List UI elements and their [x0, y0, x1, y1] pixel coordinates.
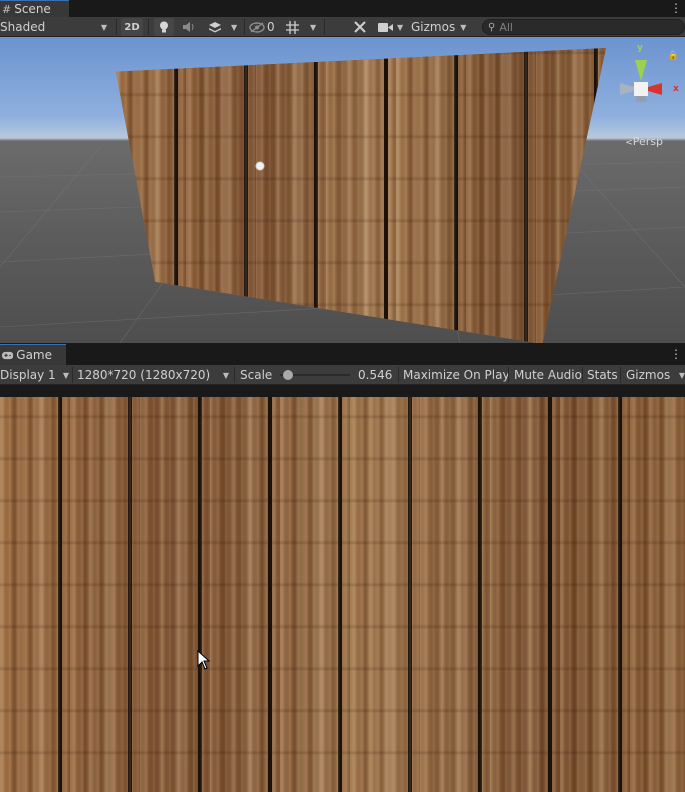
maximize-on-play-toggle[interactable]: Maximize On Play	[403, 366, 510, 384]
game-view-wood-render[interactable]	[0, 397, 685, 792]
tab-scene[interactable]: # Scene	[0, 0, 69, 17]
gamepad-icon	[2, 351, 14, 359]
camera-settings-button[interactable]	[375, 18, 395, 36]
mute-audio-label: Mute Audio	[514, 368, 582, 382]
scene-more-icon[interactable]: ⋮	[670, 0, 682, 17]
mode-2d-label: 2D	[124, 21, 140, 33]
chevron-left-icon: <	[625, 138, 633, 148]
scene-toolbar: Shaded ▼ 2D ▼ 0 ▼ ▼ Gizmos ▼ ⚲ All	[0, 17, 685, 37]
toolbar-divider	[72, 367, 73, 383]
chevron-down-icon[interactable]: ▼	[310, 18, 316, 36]
grid-toggle-button[interactable]	[283, 18, 301, 36]
tab-game[interactable]: Game	[0, 344, 66, 365]
scale-value: 0.546	[358, 368, 393, 382]
toolbar-divider	[148, 19, 149, 35]
toolbar-divider	[398, 367, 399, 383]
toolbar-divider	[324, 19, 325, 35]
projection-label-text: Persp	[632, 135, 663, 148]
chevron-down-icon: ▼	[460, 22, 467, 32]
shading-mode-dropdown[interactable]: Shaded ▼	[0, 18, 110, 36]
chevron-down-icon[interactable]: ▼	[231, 18, 237, 36]
chevron-down-icon: ▼	[62, 370, 69, 380]
scene-viewport[interactable]: y x 🔒 <Persp	[0, 37, 685, 343]
toolbar-divider	[234, 367, 235, 383]
tab-game-label: Game	[16, 348, 52, 362]
eye-slash-icon	[249, 21, 265, 33]
toolbar-divider	[116, 19, 117, 35]
hidden-objects-toggle[interactable]: 0	[249, 18, 279, 36]
game-letterbox	[0, 385, 685, 397]
search-icon: ⚲	[488, 21, 496, 33]
mode-2d-button[interactable]: 2D	[121, 18, 143, 36]
grid-icon	[285, 20, 299, 34]
tab-scene-label: Scene	[14, 2, 51, 16]
wood-grain	[0, 397, 685, 792]
game-tab-bar: Game ⋮	[0, 344, 685, 365]
stats-toggle[interactable]: Stats	[587, 366, 618, 384]
scene-search-input[interactable]: ⚲ All	[482, 19, 685, 35]
pivot-handle-icon[interactable]	[252, 158, 268, 174]
wrench-icon	[354, 21, 366, 33]
scale-slider-thumb[interactable]	[283, 370, 293, 380]
gizmos-label: Gizmos	[411, 20, 456, 34]
hash-icon: #	[2, 2, 12, 16]
audio-toggle-button[interactable]	[179, 18, 199, 36]
mouse-cursor-icon	[197, 650, 211, 670]
stats-label: Stats	[587, 368, 618, 382]
chevron-down-icon: ▼	[678, 370, 685, 380]
speaker-icon	[183, 22, 194, 32]
toolbar-divider	[582, 367, 583, 383]
projection-label[interactable]: <Persp	[625, 135, 663, 148]
resolution-dropdown[interactable]: 1280*720 (1280x720) ▼	[77, 366, 230, 384]
toolbar-divider	[244, 19, 245, 35]
lighting-toggle-button[interactable]	[154, 18, 174, 36]
lightbulb-icon	[160, 21, 168, 32]
camera-icon	[377, 22, 393, 32]
gizmo-x-label: x	[673, 84, 679, 94]
scene-tab-bar: # Scene ⋮	[0, 0, 685, 17]
mute-audio-toggle[interactable]: Mute Audio	[514, 366, 582, 384]
tools-button[interactable]	[350, 18, 370, 36]
orientation-gizmo[interactable]	[606, 44, 676, 114]
hidden-count: 0	[267, 20, 275, 34]
toolbar-divider	[508, 367, 509, 383]
chevron-down-icon: ▼	[100, 22, 107, 32]
search-placeholder: All	[499, 20, 513, 34]
chevron-down-icon[interactable]: ▼	[397, 18, 403, 36]
game-gizmos-dropdown[interactable]: Gizmos ▼	[626, 366, 685, 384]
effects-toggle-button[interactable]	[205, 18, 225, 36]
game-gizmos-label: Gizmos	[626, 368, 671, 382]
display-value: Display 1	[0, 368, 56, 382]
scale-slider[interactable]	[278, 366, 352, 384]
lock-icon[interactable]: 🔒	[668, 51, 679, 61]
shading-mode-value: Shaded	[0, 20, 46, 34]
layers-effects-icon	[209, 21, 221, 32]
maximize-on-play-label: Maximize On Play	[403, 368, 510, 382]
toolbar-divider	[620, 367, 621, 383]
game-toolbar: Display 1 ▼ 1280*720 (1280x720) ▼ Scale …	[0, 365, 685, 385]
scale-label: Scale	[240, 368, 273, 382]
gizmo-y-label: y	[637, 43, 643, 53]
chevron-down-icon: ▼	[222, 370, 229, 380]
display-dropdown[interactable]: Display 1 ▼	[0, 366, 70, 384]
resolution-value: 1280*720 (1280x720)	[77, 368, 211, 382]
game-more-icon[interactable]: ⋮	[670, 346, 682, 363]
gizmos-dropdown[interactable]: Gizmos ▼	[411, 18, 471, 36]
